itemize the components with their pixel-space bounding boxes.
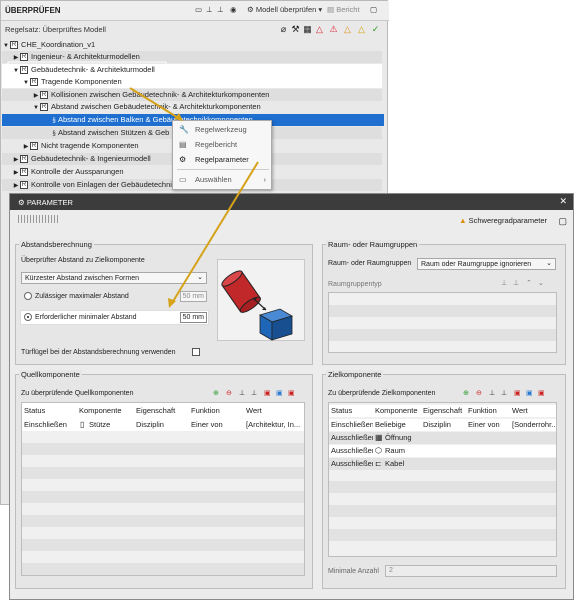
annotation-arrows xyxy=(7,61,259,308)
highlight-box xyxy=(7,61,167,76)
arrow-line xyxy=(171,161,259,304)
arrow-line xyxy=(129,87,181,120)
